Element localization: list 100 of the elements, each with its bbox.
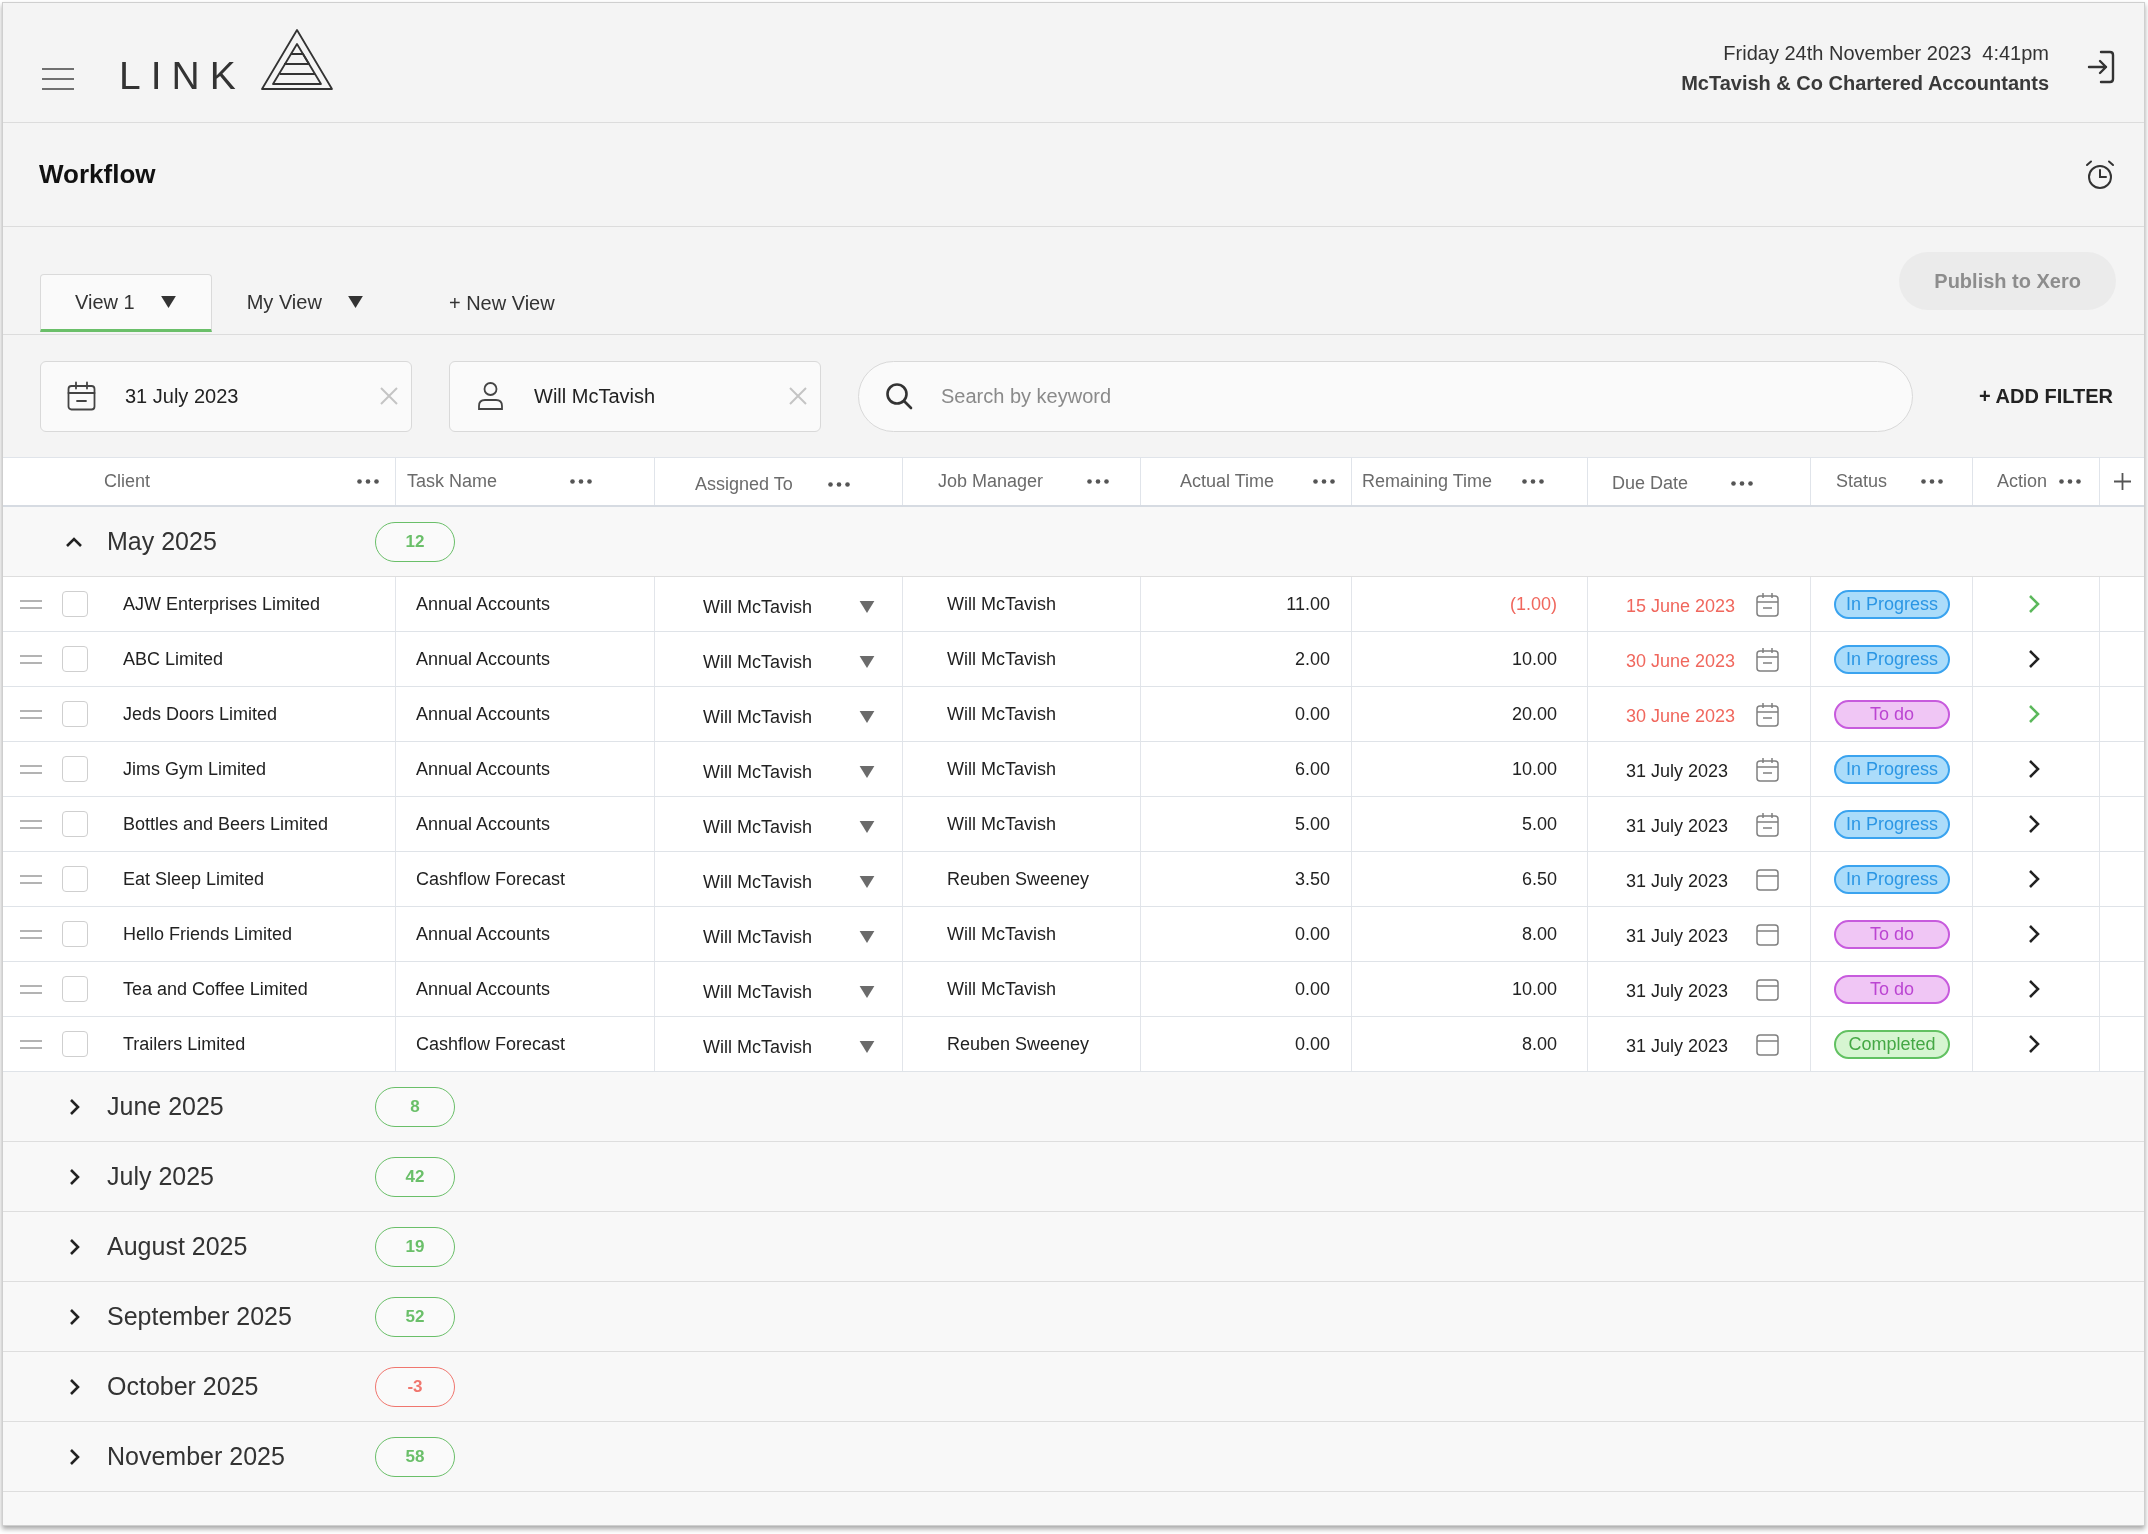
more-icon[interactable] bbox=[1087, 479, 1109, 484]
calendar-icon[interactable] bbox=[1756, 1031, 1779, 1057]
drag-handle-icon[interactable] bbox=[20, 764, 42, 774]
more-icon[interactable] bbox=[828, 482, 850, 487]
new-view-link[interactable]: + New View bbox=[448, 274, 555, 332]
chevron-right-icon[interactable] bbox=[2028, 1034, 2040, 1054]
view-tab[interactable]: My View bbox=[211, 274, 399, 332]
logout-icon[interactable] bbox=[2087, 50, 2115, 84]
caret-down-icon[interactable] bbox=[859, 656, 875, 668]
caret-down-icon[interactable] bbox=[347, 296, 363, 308]
task-name: Annual Accounts bbox=[416, 978, 551, 1000]
column-label[interactable]: Remaining Time bbox=[1362, 471, 1493, 492]
chevron-right-icon[interactable] bbox=[2028, 869, 2040, 889]
calendar-icon[interactable] bbox=[1756, 866, 1779, 892]
column-label[interactable]: Task Name bbox=[407, 471, 498, 492]
column-label[interactable]: Actual Time bbox=[1180, 471, 1275, 492]
caret-down-icon[interactable] bbox=[859, 1041, 875, 1053]
calendar-icon[interactable] bbox=[1756, 976, 1779, 1002]
column-label[interactable]: Assigned To bbox=[695, 474, 793, 495]
row-checkbox[interactable] bbox=[62, 976, 88, 1002]
caret-down-icon[interactable] bbox=[859, 821, 875, 833]
column-label[interactable]: Client bbox=[104, 471, 151, 492]
more-icon[interactable] bbox=[1731, 481, 1753, 486]
row-checkbox[interactable] bbox=[62, 921, 88, 947]
column-label[interactable]: Status bbox=[1836, 471, 1888, 492]
chevron-right-icon[interactable] bbox=[2028, 979, 2040, 999]
caret-down-icon[interactable] bbox=[859, 876, 875, 888]
calendar-icon[interactable] bbox=[1756, 701, 1779, 727]
count-badge: 42 bbox=[375, 1156, 455, 1197]
drag-handle-icon[interactable] bbox=[20, 709, 42, 719]
alarm-clock-icon[interactable] bbox=[2085, 159, 2115, 190]
search-field[interactable]: Search by keyword bbox=[858, 360, 1914, 432]
calendar-icon[interactable] bbox=[1756, 646, 1779, 672]
assignee-dropdown[interactable]: Will McTavish bbox=[703, 981, 875, 1003]
caret-down-icon[interactable] bbox=[859, 986, 875, 998]
caret-down-icon[interactable] bbox=[859, 601, 875, 613]
chevron-right-icon[interactable] bbox=[2028, 649, 2040, 669]
assignee-dropdown[interactable]: Will McTavish bbox=[703, 926, 875, 948]
caret-down-icon[interactable] bbox=[859, 931, 875, 943]
calendar-icon[interactable] bbox=[1756, 756, 1779, 782]
assignee-dropdown[interactable]: Will McTavish bbox=[703, 1036, 875, 1058]
caret-down-icon[interactable] bbox=[859, 766, 875, 778]
drag-handle-icon[interactable] bbox=[20, 599, 42, 609]
job-manager-name: Will McTavish bbox=[947, 703, 1056, 725]
status-pill: In Progress bbox=[1834, 644, 1950, 674]
job-manager-name: Reuben Sweeney bbox=[947, 1033, 1090, 1055]
calendar-icon[interactable] bbox=[1756, 591, 1779, 617]
row-checkbox[interactable] bbox=[62, 866, 88, 892]
row-checkbox[interactable] bbox=[62, 756, 88, 782]
chevron-right-icon[interactable] bbox=[2028, 759, 2040, 779]
row-checkbox[interactable] bbox=[62, 701, 88, 727]
row-checkbox[interactable] bbox=[62, 646, 88, 672]
column-label[interactable]: Action bbox=[1997, 471, 2048, 492]
assignee-dropdown[interactable]: Will McTavish bbox=[703, 651, 875, 673]
due-date: 31 July 2023 bbox=[1626, 815, 1729, 837]
assignee-dropdown[interactable]: Will McTavish bbox=[703, 596, 875, 618]
chevron-right-icon[interactable] bbox=[2028, 814, 2040, 834]
actual-time: 6.00 bbox=[1294, 758, 1330, 780]
calendar-icon bbox=[67, 381, 96, 411]
more-icon[interactable] bbox=[1921, 479, 1943, 484]
caret-down-icon[interactable] bbox=[859, 711, 875, 723]
drag-handle-icon[interactable] bbox=[20, 874, 42, 884]
row-checkbox[interactable] bbox=[62, 811, 88, 837]
more-icon[interactable] bbox=[570, 479, 592, 484]
more-icon[interactable] bbox=[1313, 479, 1335, 484]
drag-handle-icon[interactable] bbox=[20, 819, 42, 829]
drag-handle-icon[interactable] bbox=[20, 1039, 42, 1049]
drag-handle-icon[interactable] bbox=[20, 654, 42, 664]
actual-time: 3.50 bbox=[1294, 868, 1330, 890]
assignee-dropdown[interactable]: Will McTavish bbox=[703, 816, 875, 838]
drag-handle-icon[interactable] bbox=[20, 929, 42, 939]
due-date: 31 July 2023 bbox=[1626, 1035, 1729, 1057]
more-icon[interactable] bbox=[357, 479, 379, 484]
caret-down-icon[interactable] bbox=[160, 296, 176, 308]
assignee-filter-field[interactable]: Will McTavish bbox=[449, 360, 821, 432]
calendar-icon[interactable] bbox=[1756, 921, 1779, 947]
client-name: AJW Enterprises Limited bbox=[123, 593, 321, 615]
add-column-icon[interactable] bbox=[2113, 473, 2131, 490]
assignee-dropdown[interactable]: Will McTavish bbox=[703, 706, 875, 728]
status-pill: To do bbox=[1834, 974, 1950, 1004]
view-tab[interactable]: View 1 bbox=[40, 274, 212, 332]
menu-icon[interactable] bbox=[42, 68, 74, 90]
more-icon[interactable] bbox=[1522, 479, 1544, 484]
remaining-time: 5.00 bbox=[1521, 813, 1557, 835]
column-label[interactable]: Job Manager bbox=[938, 471, 1044, 492]
assignee-dropdown[interactable]: Will McTavish bbox=[703, 871, 875, 893]
chevron-right-icon[interactable] bbox=[2028, 924, 2040, 944]
calendar-icon[interactable] bbox=[1756, 811, 1779, 837]
client-name: Bottles and Beers Limited bbox=[123, 813, 329, 835]
row-checkbox[interactable] bbox=[62, 591, 88, 617]
assignee-dropdown[interactable]: Will McTavish bbox=[703, 761, 875, 783]
actual-time: 0.00 bbox=[1294, 703, 1330, 725]
row-checkbox[interactable] bbox=[62, 1031, 88, 1057]
due-date: 30 June 2023 bbox=[1626, 650, 1736, 672]
date-filter-field[interactable]: 31 July 2023 bbox=[40, 360, 412, 432]
more-icon[interactable] bbox=[2059, 479, 2081, 484]
add-filter-link[interactable]: + ADD FILTER bbox=[1979, 384, 2113, 408]
column-label[interactable]: Due Date bbox=[1612, 473, 1689, 494]
remaining-time: 8.00 bbox=[1521, 1033, 1557, 1055]
drag-handle-icon[interactable] bbox=[20, 984, 42, 994]
